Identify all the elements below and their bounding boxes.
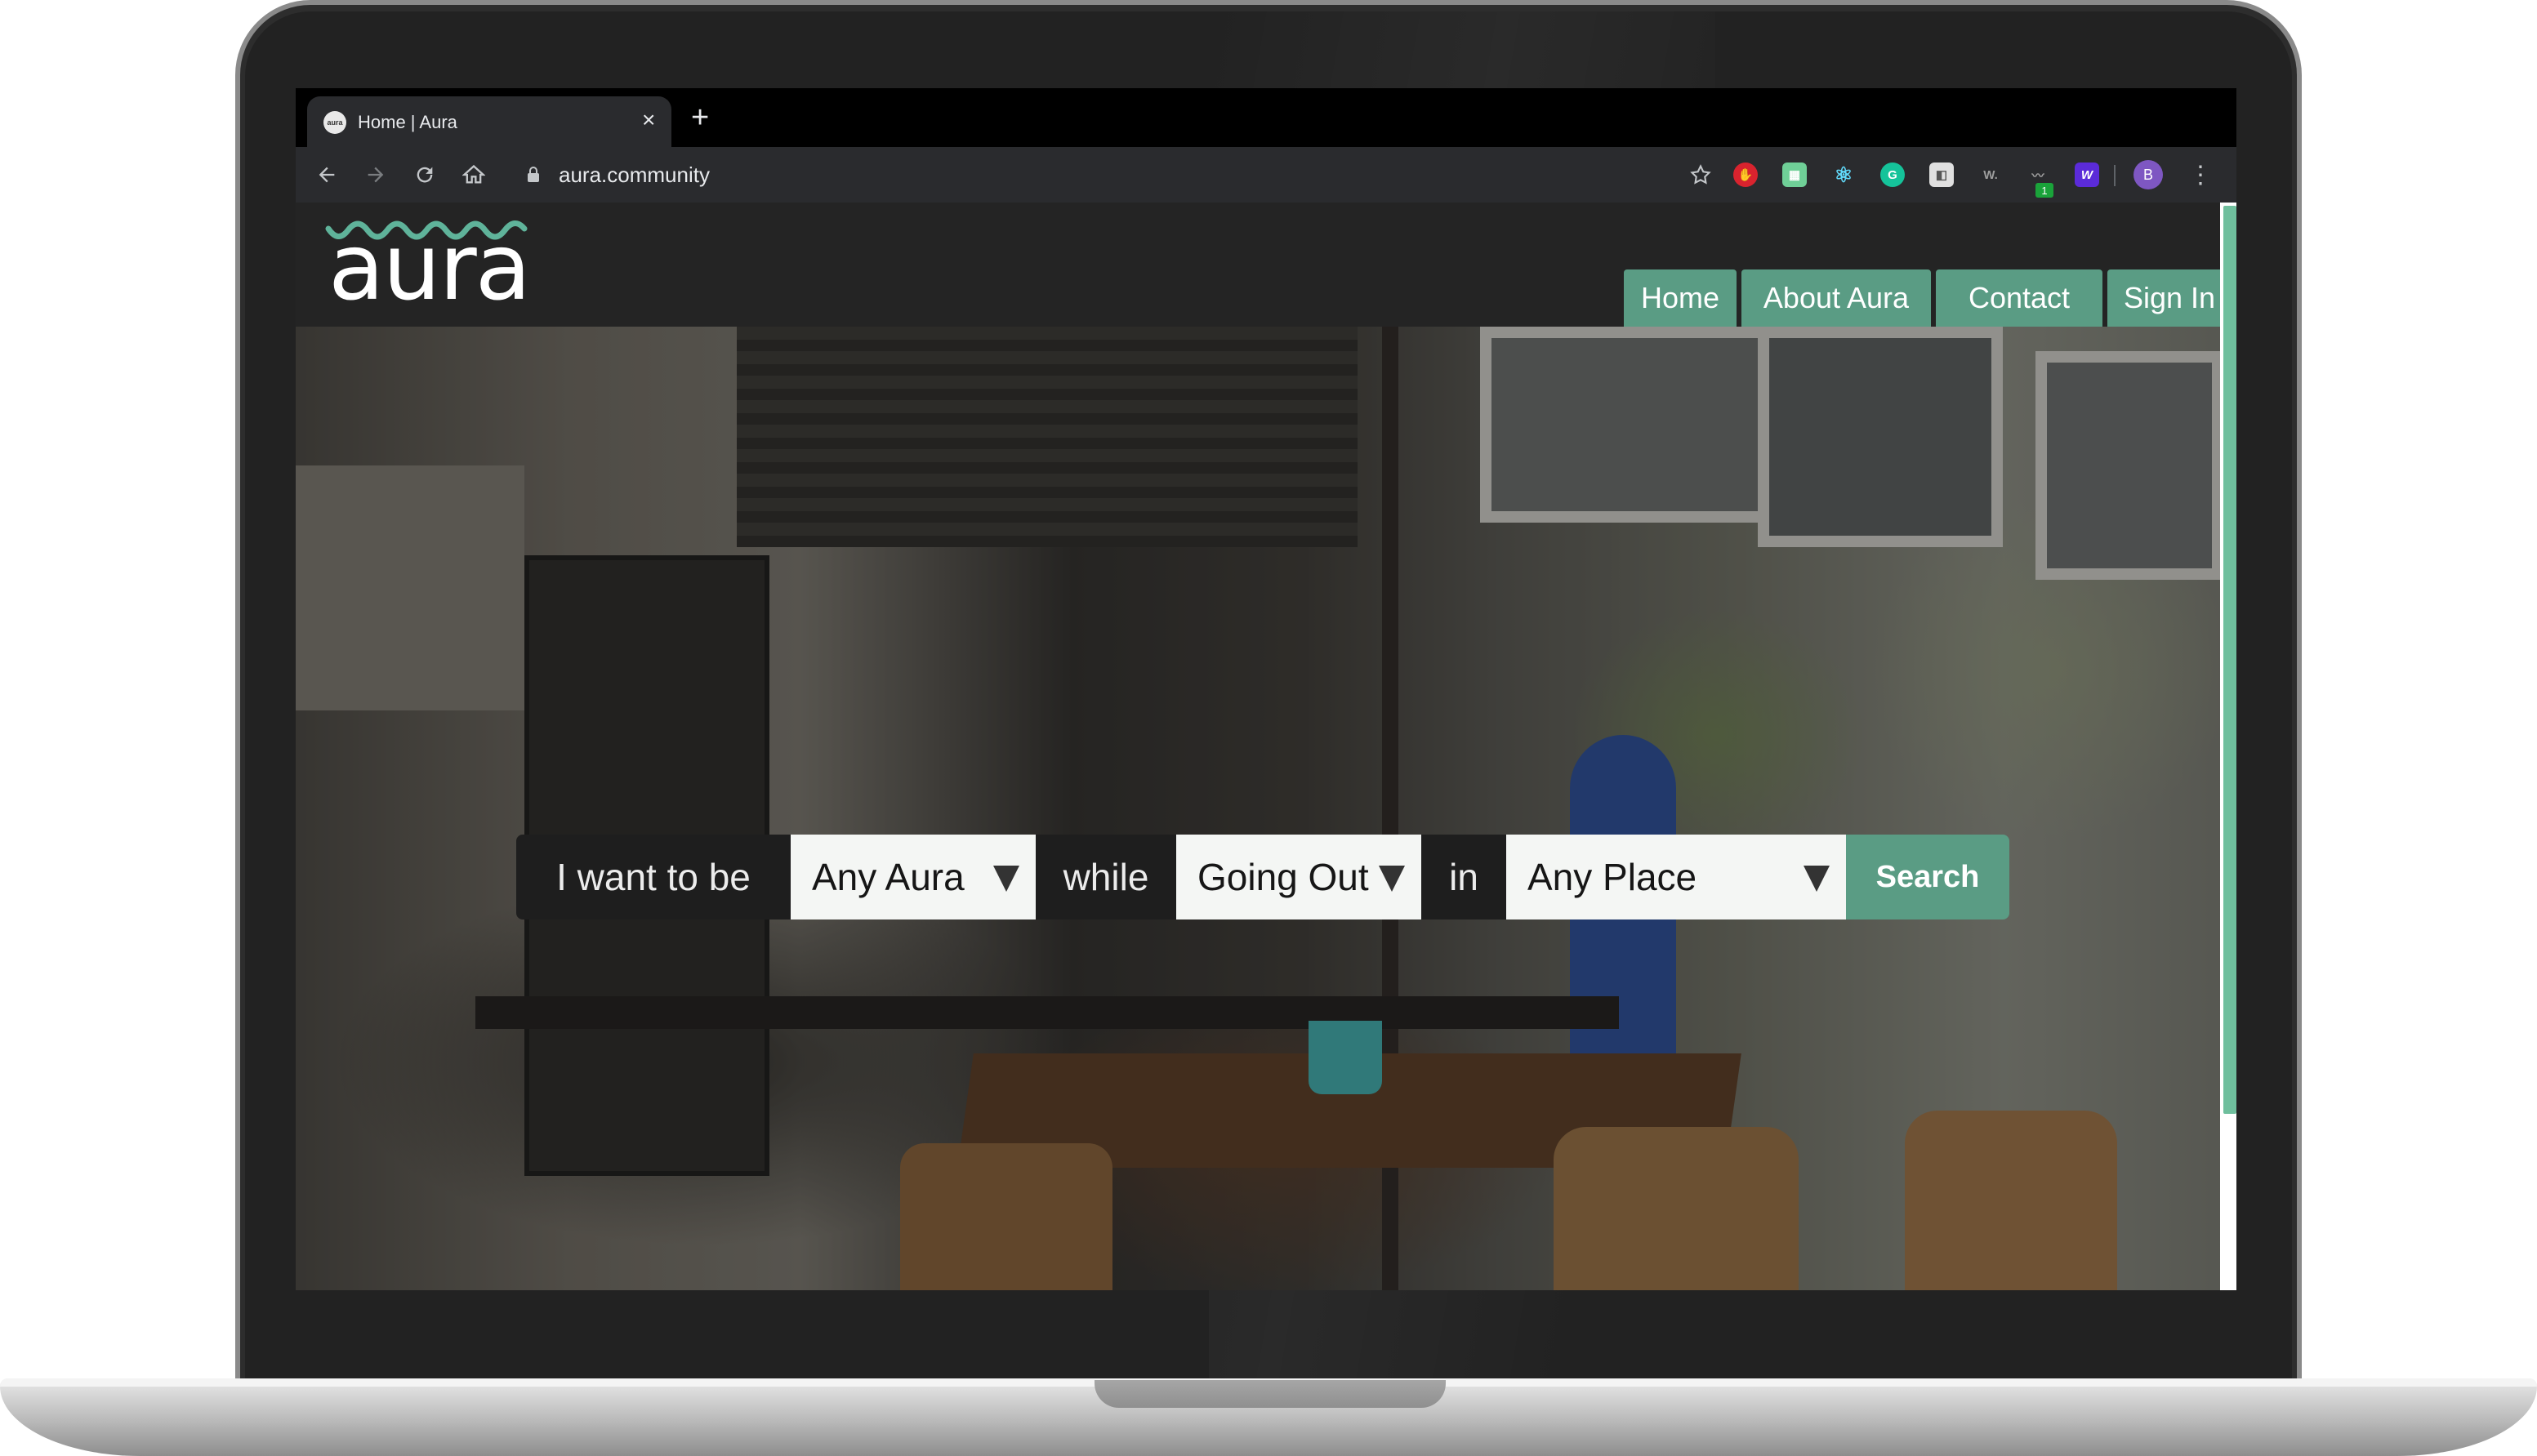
aura-select[interactable]: Any Aura [791,835,1036,919]
menu-kebab-icon[interactable]: ⋮ [2184,158,2217,191]
wappalyzer-icon[interactable]: W. [1978,163,2003,187]
extension-badge: 1 [2035,183,2053,198]
activity-select[interactable]: Going Out [1176,835,1421,919]
hero-section [296,327,2236,1290]
screen: aura Home | Aura × + aura.community ✋ ▦ … [296,88,2236,1290]
bookmark-star-icon[interactable] [1684,158,1717,191]
browser-toolbar: aura.community ✋ ▦ ⚛ G ◧ W. 〰 1 W B ⋮ [296,147,2236,203]
address-bar[interactable]: aura.community [559,163,710,188]
nav-sign-in[interactable]: Sign In [2107,269,2232,327]
search-button[interactable]: Search [1846,835,2009,919]
extension-notes-icon[interactable]: ◧ [1929,163,1954,187]
tab-strip: aura Home | Aura × + [296,88,2236,147]
logo-wordmark[interactable]: aura [328,222,531,314]
place-select[interactable]: Any Place [1506,835,1846,919]
while-label: while [1036,835,1176,919]
profile-avatar[interactable]: B [2133,160,2163,189]
chevron-down-icon [993,866,1019,892]
scrollbar-thumb[interactable] [2223,206,2236,1114]
back-icon[interactable] [310,158,343,191]
reload-icon[interactable] [408,158,441,191]
wave-icon[interactable]: W [2075,163,2099,187]
chevron-down-icon [1804,866,1830,892]
aura-select-value: Any Aura [812,856,965,898]
forward-icon[interactable] [359,158,392,191]
tab-title: Home | Aura [358,112,457,132]
in-label: in [1421,835,1506,919]
toolbar-divider [2114,165,2116,186]
nav-contact[interactable]: Contact [1936,269,2102,327]
close-tab-icon[interactable]: × [642,108,655,132]
aura-search-form: I want to be Any Aura while Going Out in… [516,835,2009,919]
chevron-down-icon [1379,866,1405,892]
laptop-notch [1095,1380,1446,1408]
home-icon[interactable] [457,158,490,191]
new-tab-button[interactable]: + [691,102,709,133]
grammarly-icon[interactable]: G [1880,163,1905,187]
nav-about[interactable]: About Aura [1741,269,1931,327]
place-select-value: Any Place [1527,856,1697,898]
extension-green-icon[interactable]: ▦ [1782,163,1807,187]
search-prefix-label: I want to be [516,835,791,919]
browser-tab[interactable]: aura Home | Aura × [307,96,671,147]
activity-select-value: Going Out [1197,856,1369,898]
adblock-icon[interactable]: ✋ [1733,163,1758,187]
lock-icon [528,167,539,182]
hero-dim-overlay [296,327,2236,1290]
nav-home[interactable]: Home [1624,269,1737,327]
react-devtools-icon[interactable]: ⚛ [1831,163,1856,187]
tab-favicon-icon: aura [323,111,346,134]
